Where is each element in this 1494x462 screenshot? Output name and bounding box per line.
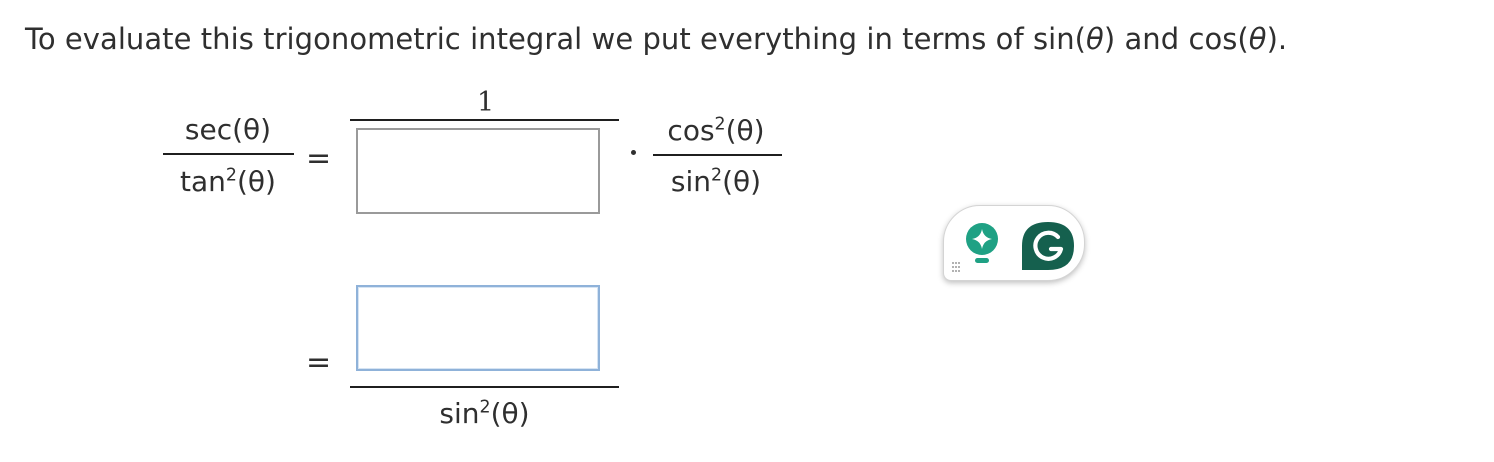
lhs-fraction-bar: [163, 153, 294, 155]
result-fraction-bar: [350, 386, 619, 388]
grammarly-widget[interactable]: [943, 205, 1085, 281]
second-fraction-bar: [653, 154, 782, 156]
first-denominator-input[interactable]: [356, 128, 600, 214]
lhs-numerator: sec(θ): [184, 113, 272, 146]
grammarly-g-icon[interactable]: [1018, 220, 1078, 272]
lhs-denominator: tan2(θ): [180, 165, 276, 198]
lightbulb-sparkle-icon[interactable]: [964, 222, 1000, 266]
result-denominator: sin2(θ): [439, 397, 530, 430]
result-numerator-input[interactable]: [356, 285, 600, 371]
drag-grip-icon[interactable]: [951, 261, 961, 273]
equals-sign: =: [306, 141, 332, 176]
first-fraction-bar: [350, 119, 619, 121]
equals-sign-2: =: [306, 345, 332, 380]
instruction-text: To evaluate this trigonometric integral …: [25, 22, 1288, 56]
second-fraction-numerator: cos2(θ): [667, 114, 765, 147]
first-fraction-numerator: 1: [477, 87, 495, 118]
second-fraction-denominator: sin2(θ): [670, 165, 762, 198]
multiply-dot: [631, 150, 636, 155]
